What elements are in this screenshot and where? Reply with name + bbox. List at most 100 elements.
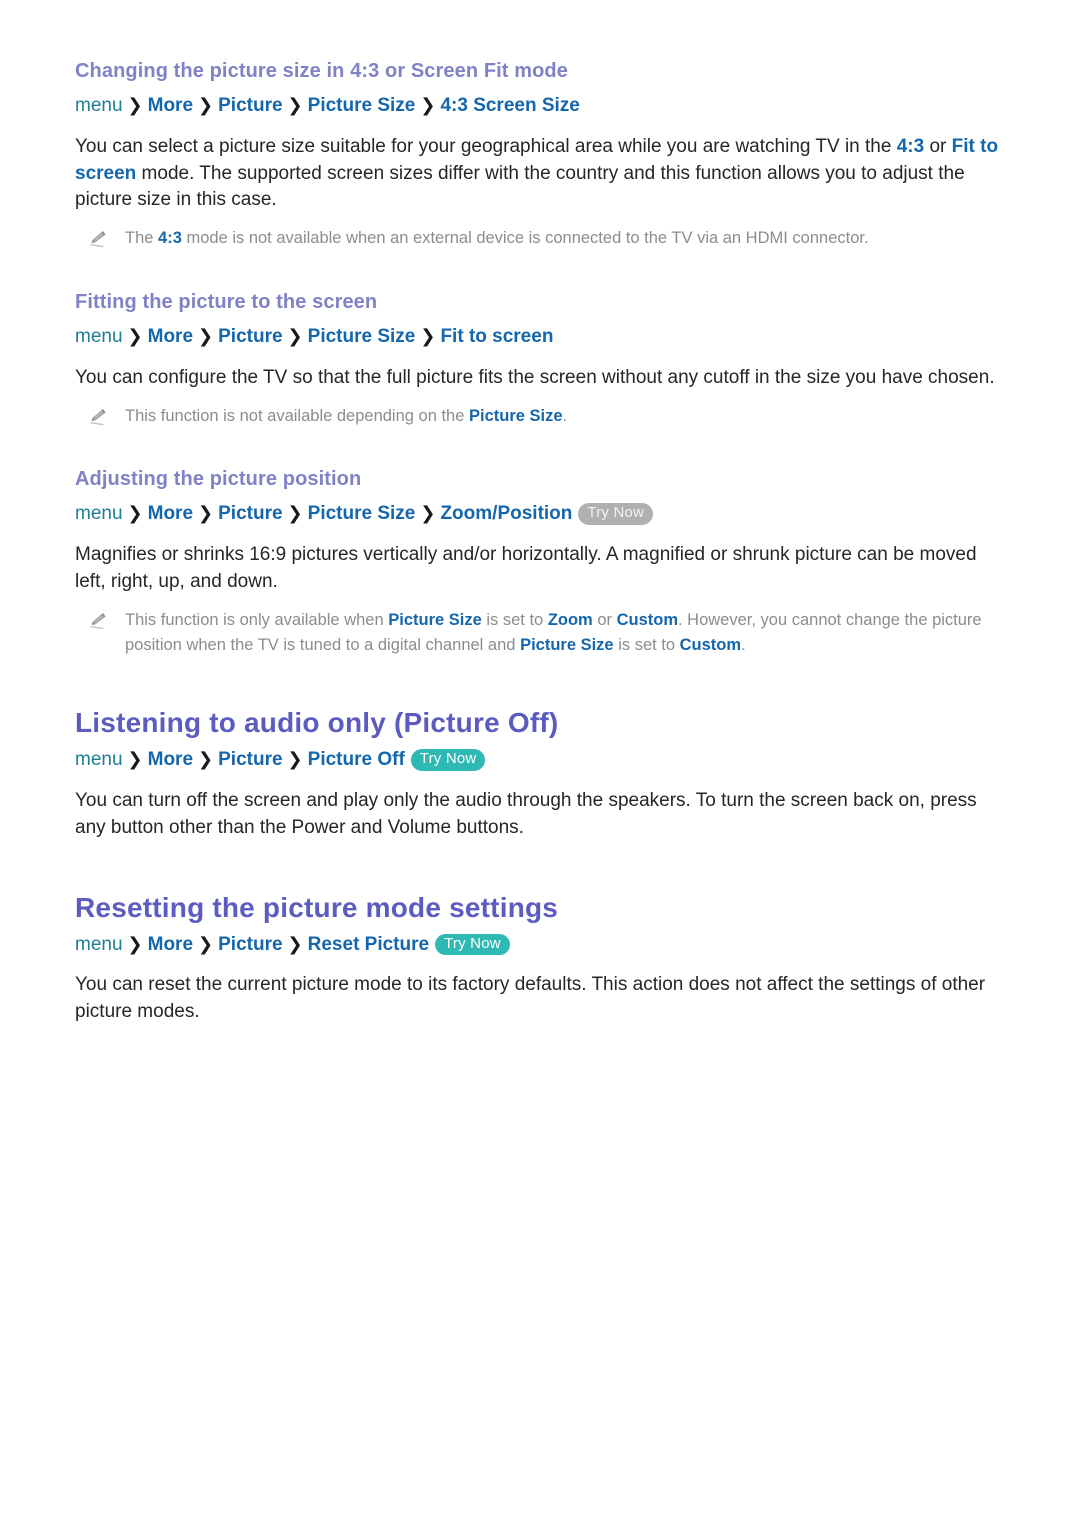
note-text: This function is not available depending… <box>125 404 567 429</box>
note-text-4: or <box>592 610 617 629</box>
document-page: Changing the picture size in 4:3 or Scre… <box>0 0 1080 1026</box>
breadcrumb-item-picture-off[interactable]: Picture Off <box>308 749 405 770</box>
note-item-fitting-picture-to-screen-0: This function is not available depending… <box>75 404 1005 429</box>
breadcrumb-item-more[interactable]: More <box>148 749 193 770</box>
section-heading-changing-picture-size: Changing the picture size in 4:3 or Scre… <box>75 60 568 82</box>
section-heading-fitting-picture-to-screen: Fitting the picture to the screen <box>75 291 378 314</box>
breadcrumb-fitting-picture-to-screen: menu ❯ More ❯ Picture ❯ Picture Size ❯ Fit to sc… <box>75 323 1005 351</box>
section-heading-resetting-picture-mode-settings: Resetting the picture mode settings <box>75 891 559 923</box>
note-text-2: . <box>562 406 568 425</box>
section-heading-wrap-adjusting-picture-position: Adjusting the picture position <box>75 466 1005 492</box>
section-heading-wrap-resetting-picture-mode-settings: Resetting the picture mode settings <box>75 890 1005 925</box>
paragraph-wrap: You can reset the current picture mode t… <box>75 972 1005 1026</box>
breadcrumb-item-picture-size[interactable]: Picture Size <box>308 95 416 116</box>
chevron-right-icon: ❯ <box>198 933 214 954</box>
breadcrumb-item-more[interactable]: More <box>148 95 193 116</box>
paragraph-text-0: You can select a picture size suitable f… <box>75 135 897 157</box>
breadcrumb-root-menu[interactable]: menu <box>75 95 123 116</box>
breadcrumb-item-more[interactable]: More <box>148 503 193 524</box>
chevron-right-icon: ❯ <box>198 749 214 770</box>
breadcrumb-item-reset-picture[interactable]: Reset Picture <box>308 934 429 955</box>
paragraph-text-2: or <box>924 135 952 157</box>
note-text-0: This function is only available when <box>125 610 389 629</box>
chevron-right-icon: ❯ <box>127 933 143 954</box>
chevron-right-icon: ❯ <box>127 95 143 115</box>
chevron-right-icon: ❯ <box>198 95 214 115</box>
note-highlight-5: Custom <box>616 610 678 629</box>
section-heading-wrap-listening-to-audio-only: Listening to audio only (Picture Off) <box>75 705 1005 740</box>
body-paragraph-changing-picture-size-0: You can select a picture size suitable f… <box>75 134 1005 215</box>
section-heading-adjusting-picture-position: Adjusting the picture position <box>75 468 362 491</box>
paragraph-wrap: You can configure the TV so that the ful… <box>75 365 1005 392</box>
chevron-right-icon: ❯ <box>287 933 303 954</box>
chevron-right-icon: ❯ <box>420 326 436 347</box>
breadcrumb-root-menu[interactable]: menu <box>75 326 123 347</box>
chevron-right-icon: ❯ <box>287 503 303 524</box>
body-paragraph-adjusting-picture-position-0: Magnifies or shrinks 16:9 pictures verti… <box>75 542 1005 596</box>
breadcrumb-changing-picture-size: menu ❯ More ❯ Picture ❯ Picture Size ❯ 4:3 Scree… <box>75 92 1005 120</box>
note-item-adjusting-picture-position-0: This function is only available when Pic… <box>75 608 1005 658</box>
breadcrumb-item-picture[interactable]: Picture <box>218 503 282 524</box>
breadcrumb-item-zoom-position[interactable]: Zoom/Position <box>440 503 572 524</box>
note-text-0: The <box>125 229 159 248</box>
chevron-right-icon: ❯ <box>287 95 303 115</box>
section-heading-wrap-changing-picture-size: Changing the picture size in 4:3 or Scre… <box>75 58 1005 84</box>
breadcrumb-item-more[interactable]: More <box>148 934 193 955</box>
body-paragraph-listening-to-audio-only-0: You can turn off the screen and play onl… <box>75 788 1005 842</box>
note-highlight-1: 4:3 <box>158 229 182 248</box>
section-heading-listening-to-audio-only: Listening to audio only (Picture Off) <box>75 707 559 739</box>
pencil-icon <box>87 228 109 250</box>
paragraph-wrap: You can turn off the screen and play onl… <box>75 788 1005 842</box>
breadcrumb-listening-to-audio-only: menu ❯ More ❯ Picture ❯ Picture Off Try Now <box>75 746 1005 774</box>
chevron-right-icon: ❯ <box>198 503 214 524</box>
chevron-right-icon: ❯ <box>287 749 303 770</box>
paragraph-text-4: mode. The supported screen sizes differ … <box>75 162 965 211</box>
paragraph-wrap: Magnifies or shrinks 16:9 pictures verti… <box>75 542 1005 596</box>
chevron-right-icon: ❯ <box>127 749 143 770</box>
breadcrumb-item-4-3-screen-size[interactable]: 4:3 Screen Size <box>440 95 579 116</box>
note-text-8: is set to <box>613 635 680 654</box>
breadcrumb-item-picture[interactable]: Picture <box>218 326 282 347</box>
breadcrumb-item-fit-to-screen[interactable]: Fit to screen <box>440 326 553 347</box>
paragraph-text-0: You can configure the TV so that the ful… <box>75 366 995 388</box>
chevron-right-icon: ❯ <box>287 326 303 347</box>
note-text: The 4:3 mode is not available when an ex… <box>125 226 869 251</box>
paragraph-highlight-1: 4:3 <box>896 135 925 157</box>
try-now-badge[interactable]: Try Now <box>410 749 486 771</box>
note-highlight-3: Zoom <box>547 610 593 629</box>
try-now-badge[interactable]: Try Now <box>578 503 654 525</box>
note-text-2: is set to <box>481 610 548 629</box>
chevron-right-icon: ❯ <box>127 503 143 524</box>
paragraph-text-0: Magnifies or shrinks 16:9 pictures verti… <box>75 544 977 592</box>
breadcrumb-root-menu[interactable]: menu <box>75 749 123 770</box>
breadcrumb-item-picture[interactable]: Picture <box>218 749 282 770</box>
pencil-icon <box>87 406 109 428</box>
breadcrumb-root-menu[interactable]: menu <box>75 503 123 524</box>
breadcrumb-adjusting-picture-position: menu ❯ More ❯ Picture ❯ Picture Size ❯ Zoom/Posi… <box>75 500 1005 528</box>
body-paragraph-fitting-picture-to-screen-0: You can configure the TV so that the ful… <box>75 365 1005 392</box>
chevron-right-icon: ❯ <box>420 95 436 115</box>
breadcrumb-item-picture[interactable]: Picture <box>218 934 282 955</box>
chevron-right-icon: ❯ <box>198 326 214 347</box>
paragraph-text-0: You can turn off the screen and play onl… <box>75 790 977 838</box>
note-highlight-9: Custom <box>679 635 742 654</box>
chevron-right-icon: ❯ <box>127 326 143 347</box>
note-item-changing-picture-size-0: The 4:3 mode is not available when an ex… <box>75 226 1005 251</box>
body-paragraph-resetting-picture-mode-settings-0: You can reset the current picture mode t… <box>75 972 1005 1026</box>
note-highlight-1: Picture Size <box>469 406 563 425</box>
try-now-badge[interactable]: Try Now <box>435 933 510 956</box>
section-heading-wrap-fitting-picture-to-screen: Fitting the picture to the screen <box>75 289 1005 315</box>
breadcrumb-item-picture[interactable]: Picture <box>218 95 282 116</box>
breadcrumb-item-picture-size[interactable]: Picture Size <box>308 326 416 347</box>
note-highlight-1: Picture Size <box>388 610 482 629</box>
breadcrumb-root-menu[interactable]: menu <box>75 934 123 955</box>
note-text-0: This function is not available depending… <box>125 406 469 425</box>
breadcrumb-item-picture-size[interactable]: Picture Size <box>308 503 416 524</box>
paragraph-text-0: You can reset the current picture mode t… <box>75 974 986 1023</box>
breadcrumb-item-more[interactable]: More <box>148 326 193 347</box>
note-highlight-7: Picture Size <box>520 635 614 654</box>
pencil-icon <box>87 610 109 632</box>
note-text-2: mode is not available when an external d… <box>181 229 869 248</box>
breadcrumb-resetting-picture-mode-settings: menu ❯ More ❯ Picture ❯ Reset Picture Try Now <box>75 931 1005 959</box>
chevron-right-icon: ❯ <box>420 503 436 524</box>
